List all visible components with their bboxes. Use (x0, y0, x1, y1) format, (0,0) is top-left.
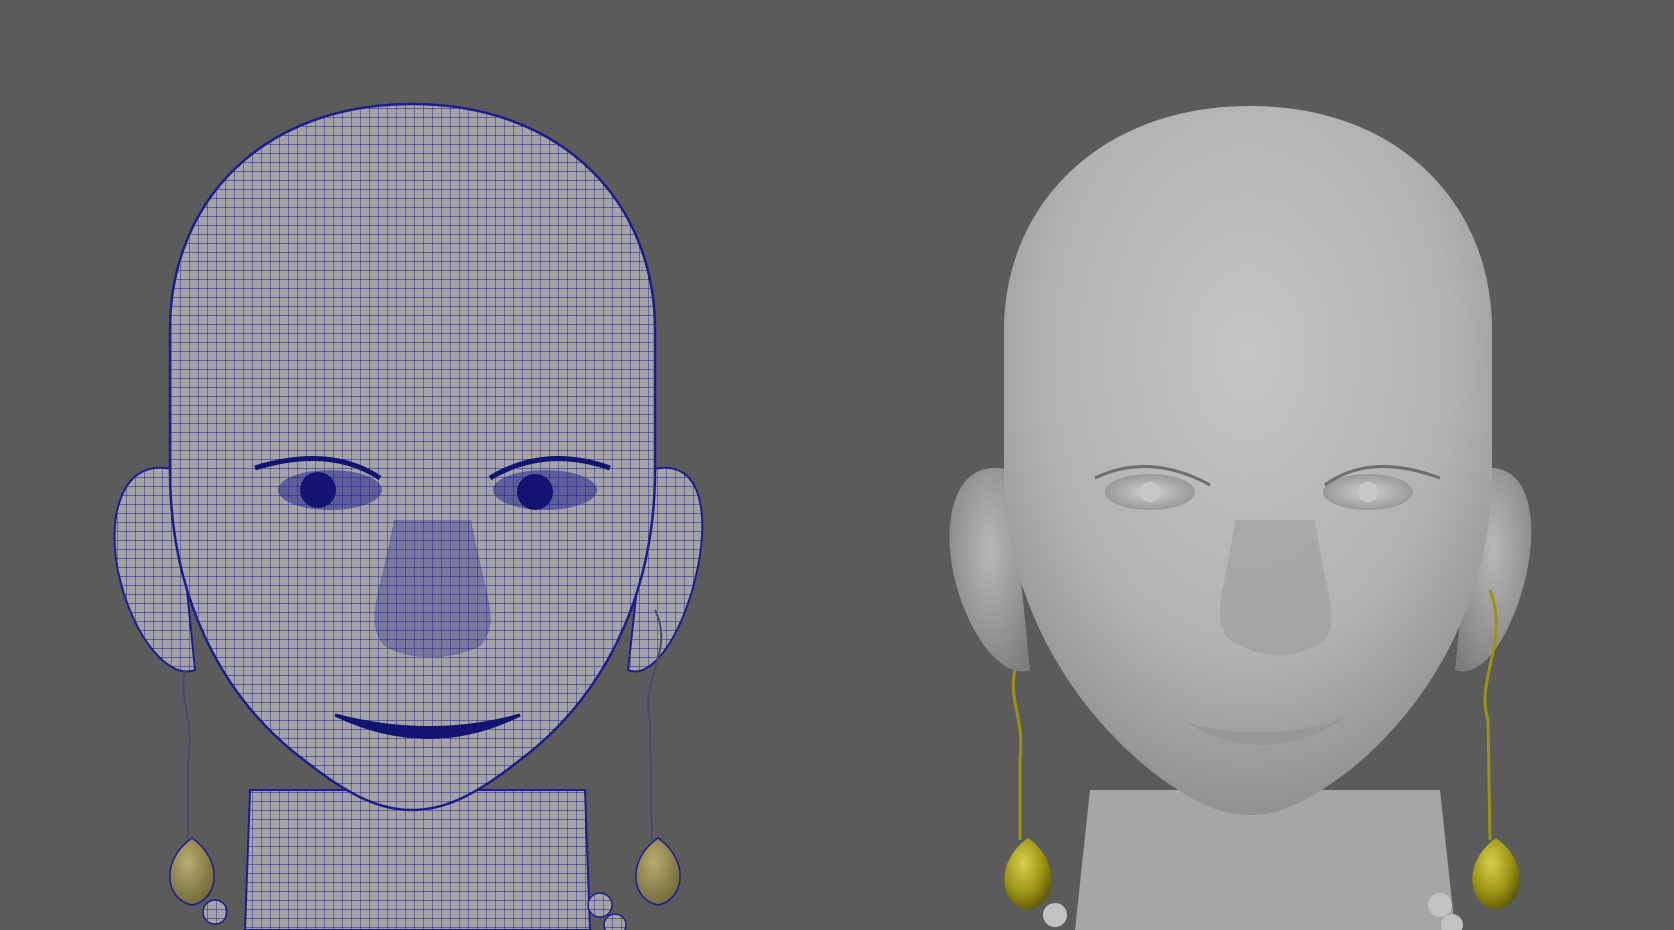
viewport-canvas[interactable] (0, 0, 1674, 930)
3d-viewport[interactable] (0, 0, 1674, 930)
wire-earring-left (169, 669, 215, 906)
smooth-head-shape (1004, 106, 1492, 815)
wire-head-shape (168, 102, 657, 812)
smooth-shaded-head[interactable] (949, 106, 1532, 930)
smooth-earring-left (1004, 669, 1052, 910)
wire-nose (374, 519, 491, 658)
wireframe-head[interactable] (113, 102, 704, 930)
smooth-nose (1220, 520, 1332, 655)
